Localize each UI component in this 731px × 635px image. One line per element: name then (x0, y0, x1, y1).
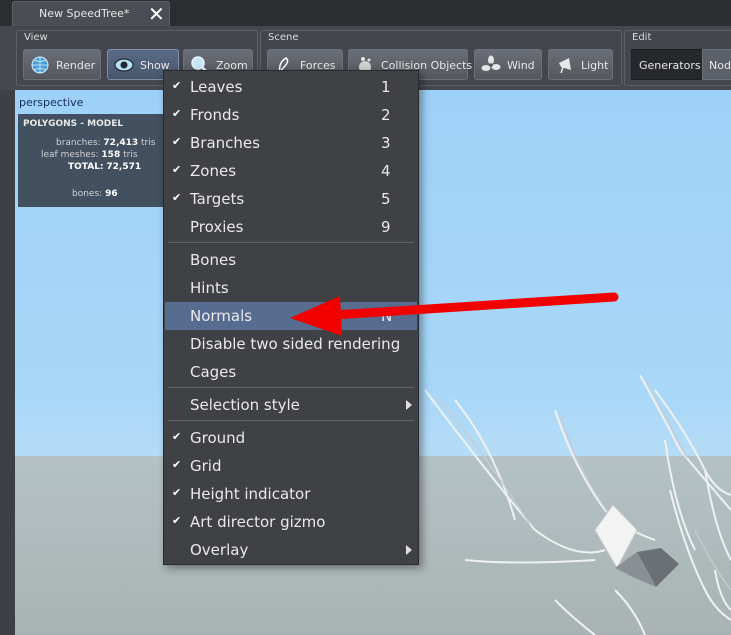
annotation-arrow (290, 292, 619, 336)
